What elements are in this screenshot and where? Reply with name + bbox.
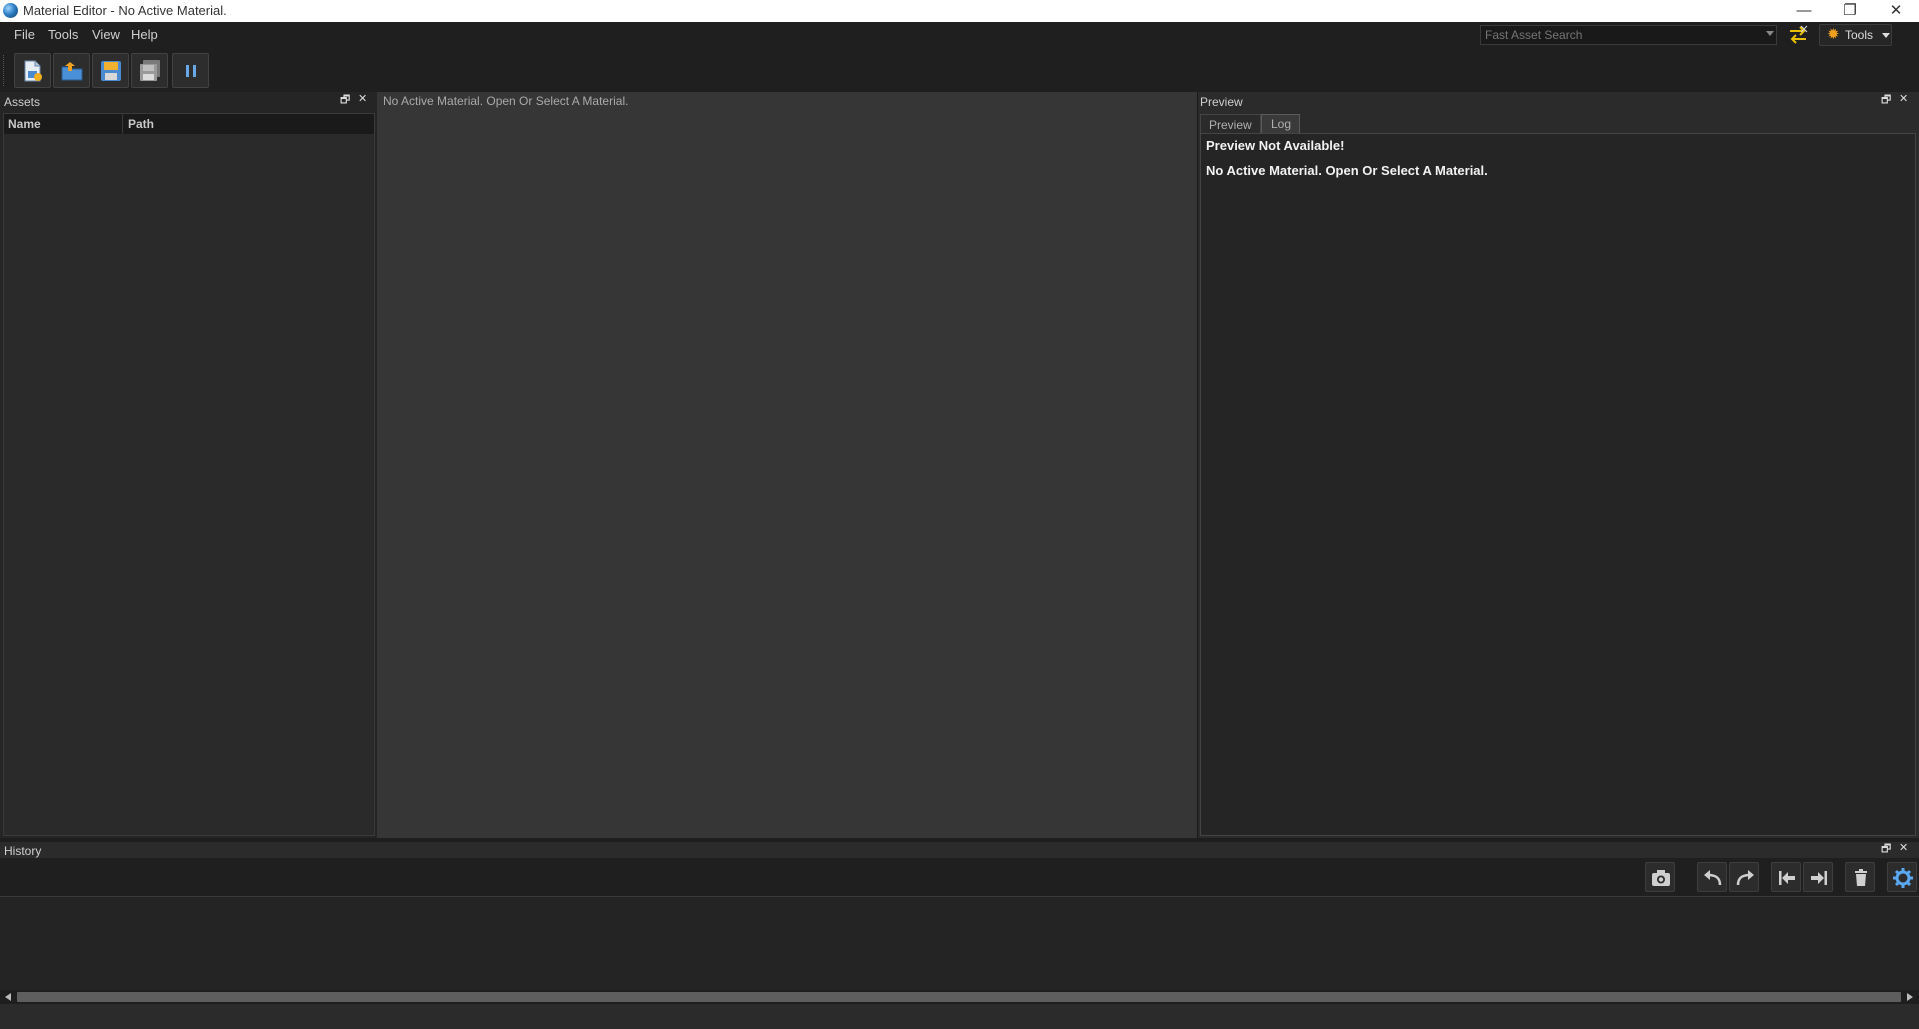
chevron-down-icon[interactable] [1766,31,1774,36]
assets-table-header [4,114,374,134]
redo-button[interactable] [1729,862,1759,892]
save-all-button[interactable] [131,53,168,88]
menu-tools[interactable]: Tools [48,27,78,42]
save-all-icon [140,60,160,81]
close-panel-icon[interactable]: ✕ [1899,842,1908,854]
assets-panel-title: Assets [4,95,41,109]
tools-button-label: Tools [1845,28,1874,42]
tools-dropdown-button[interactable]: ✹ Tools [1819,24,1892,46]
float-panel-icon[interactable]: 🗗 [340,94,350,106]
swap-arrows-icon[interactable] [1787,25,1809,45]
history-panel-title: History [4,844,42,858]
close-panel-icon[interactable]: ✕ [1899,93,1908,105]
history-toolbar [0,858,1919,896]
toolbar-grip[interactable] [3,55,6,86]
tab-preview[interactable]: Preview [1200,114,1261,133]
window-title: Material Editor - No Active Material. [23,3,227,18]
snapshot-button[interactable] [1645,862,1675,892]
fast-asset-search-input[interactable] [1485,27,1747,43]
float-panel-icon[interactable]: 🗗 [1881,843,1891,855]
menu-view[interactable]: View [92,27,120,42]
camera-icon [1652,870,1670,886]
fast-asset-search[interactable] [1480,25,1777,45]
save-icon [101,61,121,81]
scroll-left-arrow-icon[interactable] [5,993,11,1001]
preview-panel-title: Preview [1200,95,1243,109]
scrollbar-thumb[interactable] [17,992,1901,1002]
column-divider[interactable] [122,114,123,134]
open-material-button[interactable] [53,53,90,88]
history-list[interactable] [0,896,1919,990]
open-folder-icon [61,62,83,81]
status-bar [0,1004,1919,1029]
undo-button[interactable] [1697,862,1727,892]
menu-file[interactable]: File [14,27,35,42]
menu-help[interactable]: Help [131,27,158,42]
pause-button[interactable] [172,53,209,88]
settings-gear-icon [1893,868,1913,888]
jump-last-icon [1811,871,1827,885]
gear-icon: ✹ [1827,26,1840,43]
new-material-button[interactable] [14,53,51,88]
log-line-preview-unavailable: Preview Not Available! [1206,138,1345,153]
log-output [1200,133,1916,836]
assets-list[interactable] [3,113,375,836]
column-header-name[interactable]: Name [8,117,41,131]
tab-log-label: Log [1271,117,1292,131]
close-panel-icon[interactable]: ✕ [358,93,367,105]
close-window-button[interactable]: ✕ [1873,0,1919,22]
tab-preview-label: Preview [1209,118,1252,132]
column-header-path[interactable]: Path [128,117,154,131]
jump-last-button[interactable] [1803,862,1833,892]
pause-icon [186,65,196,77]
float-panel-icon[interactable]: 🗗 [1881,94,1891,106]
log-line-no-material: No Active Material. Open Or Select A Mat… [1206,163,1488,178]
redo-icon [1736,870,1754,886]
canvas-status-message: No Active Material. Open Or Select A Mat… [383,94,629,108]
history-settings-button[interactable] [1887,862,1917,892]
title-bar: Material Editor - No Active Material. — … [0,0,1919,22]
undo-icon [1704,870,1722,886]
chevron-down-icon [1882,33,1890,38]
new-document-icon [24,60,42,82]
jump-first-icon [1779,871,1795,885]
save-button[interactable] [92,53,129,88]
clear-history-button[interactable] [1845,862,1875,892]
minimize-button[interactable]: — [1781,0,1827,22]
main-toolbar [0,48,1919,92]
tab-log[interactable]: Log [1261,114,1300,133]
scroll-right-arrow-icon[interactable] [1907,993,1913,1001]
restore-button[interactable]: ❐ [1827,0,1873,22]
jump-first-button[interactable] [1771,862,1801,892]
app-logo-icon [3,3,18,18]
trash-icon [1855,869,1867,886]
material-canvas[interactable] [377,92,1197,838]
